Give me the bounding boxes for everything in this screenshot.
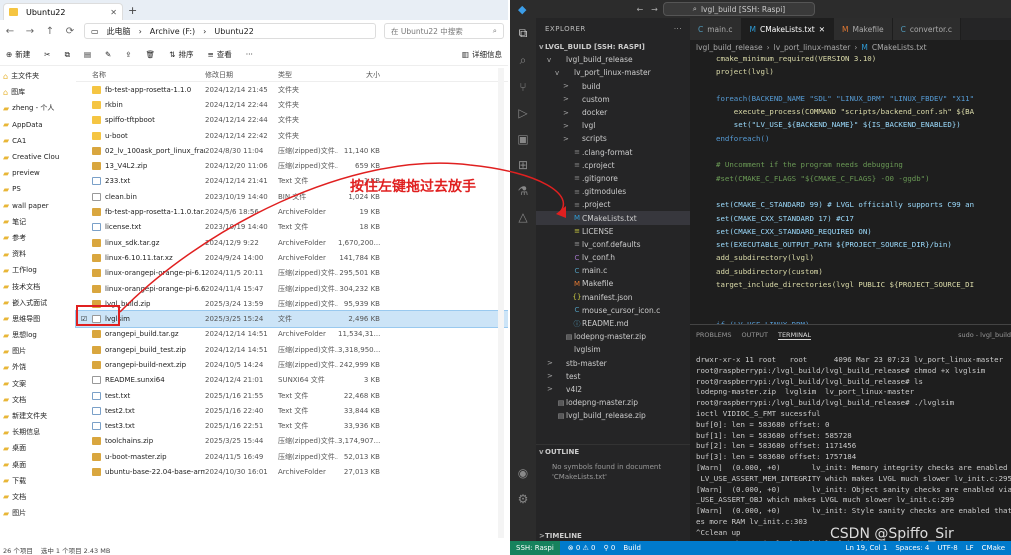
drag-arrow xyxy=(119,162,566,313)
screen: Ubuntu22 ✕ + ← → ↑ ⟳ ▭ 此电脑 › Archive (F:)… xyxy=(0,0,1011,555)
watermark: CSDN @Spiffo_Sir xyxy=(830,526,954,542)
drag-instruction: 按住左键拖过去放手 xyxy=(350,179,476,195)
